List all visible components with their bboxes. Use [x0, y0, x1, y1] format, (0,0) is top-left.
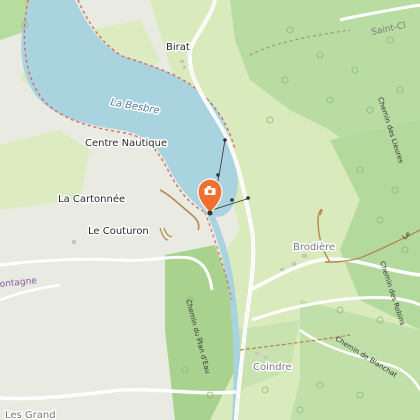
label-le-couturon: Le Couturon	[88, 226, 149, 237]
cable-node	[230, 198, 234, 202]
building	[255, 352, 259, 355]
marker-point	[207, 210, 213, 216]
building	[72, 240, 76, 244]
building	[292, 262, 296, 266]
label-coindre: Coindre	[253, 362, 292, 373]
cable-node	[223, 138, 227, 142]
map-canvas[interactable]: Birat Centre Nautique La Cartonnée Le Co…	[0, 0, 420, 420]
building	[302, 254, 307, 258]
label-centre-nautique: Centre Nautique	[85, 138, 167, 149]
building	[183, 66, 186, 69]
map-view[interactable]: Birat Centre Nautique La Cartonnée Le Co…	[0, 0, 420, 420]
label-birat: Birat	[166, 42, 190, 53]
label-les-grand: Les Grand	[5, 410, 56, 420]
cable-node	[246, 196, 250, 200]
cable-node	[216, 173, 220, 177]
label-brodiere: Brodière	[293, 241, 335, 253]
building	[280, 268, 284, 271]
building	[180, 60, 184, 63]
building	[264, 356, 268, 359]
label-la-cartonnee: La Cartonnée	[58, 193, 125, 205]
